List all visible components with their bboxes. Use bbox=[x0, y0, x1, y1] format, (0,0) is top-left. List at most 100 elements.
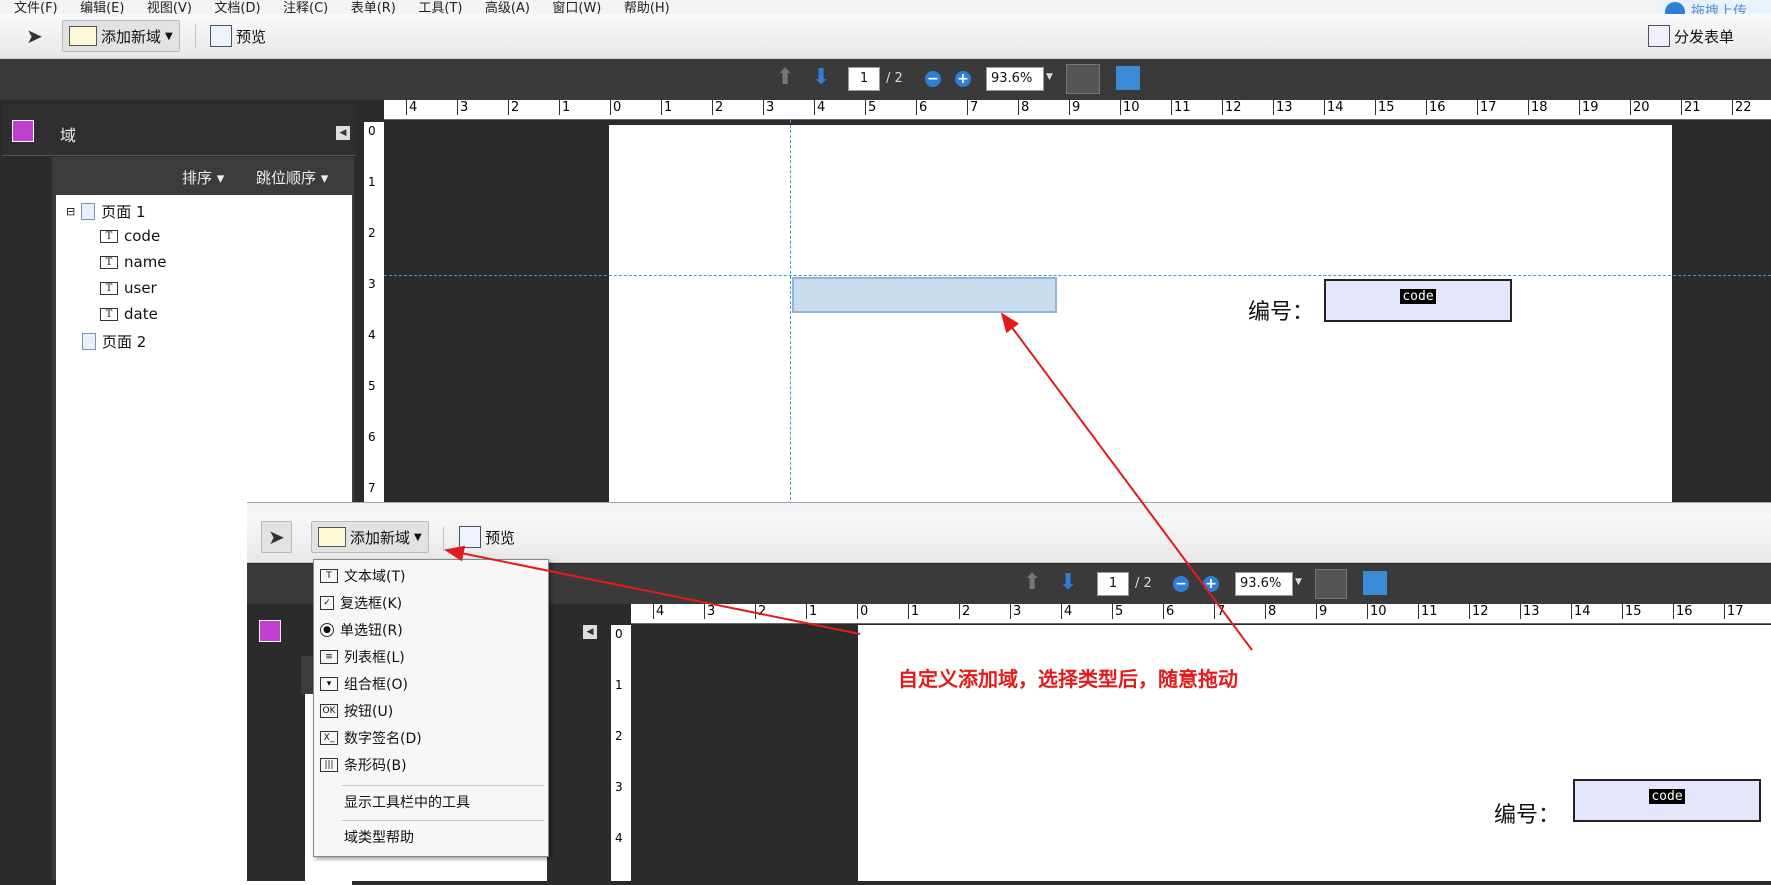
menu-file[interactable]: 文件(F) bbox=[14, 2, 58, 14]
menu-item-show-tools[interactable]: 显示工具栏中的工具 bbox=[344, 790, 470, 814]
horizontal-ruler: 4 3 2 1 0 1 2 3 4 5 6 7 8 9 10 11 12 13 14 15 16 17 bbox=[631, 604, 1771, 624]
ruler-tick-label: 4 bbox=[406, 100, 417, 115]
menu-item-checkbox[interactable]: ✓ 复选框(K) bbox=[320, 591, 402, 615]
menu-item-listbox[interactable]: ≡ 列表框(L) bbox=[320, 645, 405, 669]
fit-page-icon[interactable] bbox=[1116, 66, 1140, 90]
page-icon bbox=[82, 333, 96, 350]
collapse-panel-icon[interactable]: ◀ bbox=[583, 625, 597, 639]
add-field-icon bbox=[318, 527, 346, 547]
tree-field-user[interactable]: T user bbox=[100, 279, 157, 297]
next-page-icon[interactable]: ⬇ bbox=[1059, 570, 1077, 595]
text-field-icon: T bbox=[100, 307, 118, 321]
menu-help[interactable]: 帮助(H) bbox=[624, 2, 670, 14]
sort-button[interactable]: 排序 ▾ bbox=[182, 167, 224, 188]
ruler-tick-label: 4 bbox=[368, 328, 376, 342]
zoom-in-icon[interactable]: + bbox=[955, 71, 971, 87]
menu-item-radio[interactable]: ● 单选钮(R) bbox=[320, 618, 403, 642]
prev-page-icon[interactable]: ⬆ bbox=[1023, 570, 1041, 595]
ruler-tick-label: 10 bbox=[1120, 100, 1140, 115]
menu-item-text-field[interactable]: T 文本域(T) bbox=[320, 564, 405, 588]
distribute-form-button[interactable]: 分发表单 bbox=[1642, 20, 1740, 52]
menu-tools[interactable]: 工具(T) bbox=[418, 2, 462, 14]
menu-divider bbox=[342, 820, 544, 821]
code-field[interactable]: code bbox=[1573, 779, 1761, 822]
ruler-tick-label: 11 bbox=[1418, 604, 1438, 619]
menu-item-button[interactable]: OK 按钮(U) bbox=[320, 699, 393, 723]
zoom-out-icon[interactable]: − bbox=[925, 71, 941, 87]
tree-label: date bbox=[124, 305, 158, 323]
ruler-tick-label: 13 bbox=[1520, 604, 1540, 619]
tree-page-2[interactable]: 页面 2 bbox=[82, 331, 146, 352]
menu-item-barcode[interactable]: ||| 条形码(B) bbox=[320, 753, 407, 777]
ruler-tick-label: 18 bbox=[1528, 100, 1548, 115]
fit-width-icon[interactable] bbox=[1066, 64, 1100, 94]
tree-field-name[interactable]: T name bbox=[100, 253, 167, 271]
select-tool-button[interactable]: ➤ bbox=[20, 20, 49, 52]
ruler-tick-label: 5 bbox=[1112, 604, 1123, 619]
tree-field-date[interactable]: T date bbox=[100, 305, 158, 323]
document-page[interactable] bbox=[609, 125, 1672, 505]
preview-label: 预览 bbox=[485, 528, 516, 547]
page-number-input[interactable]: 1 bbox=[1097, 572, 1129, 596]
menu-advanced[interactable]: 高级(A) bbox=[485, 2, 530, 14]
new-field-placeholder[interactable] bbox=[792, 277, 1057, 313]
menu-comment[interactable]: 注释(C) bbox=[283, 2, 328, 14]
ruler-tick-label: 2 bbox=[368, 226, 376, 240]
menu-item-combobox[interactable]: ▾ 组合框(O) bbox=[320, 672, 408, 696]
ruler-tick-label: 12 bbox=[1222, 100, 1242, 115]
menu-item-field-help[interactable]: 域类型帮助 bbox=[344, 825, 414, 849]
code-field[interactable]: code bbox=[1324, 279, 1512, 322]
ruler-tick-label: 20 bbox=[1630, 100, 1650, 115]
zoom-dropdown-icon[interactable]: ▼ bbox=[1295, 577, 1302, 587]
menu-window[interactable]: 窗口(W) bbox=[552, 2, 601, 14]
ruler-tick-label: 4 bbox=[1061, 604, 1072, 619]
next-page-icon[interactable]: ⬇ bbox=[812, 65, 830, 90]
text-field-icon: T bbox=[100, 281, 118, 295]
ruler-tick-label: 1 bbox=[908, 604, 919, 619]
ruler-tick-label: 15 bbox=[1375, 100, 1395, 115]
sort-bar: 排序 ▾ 跳位顺序 ▾ bbox=[52, 157, 354, 195]
page-icon bbox=[81, 203, 96, 220]
preview-button[interactable]: 预览 bbox=[204, 20, 272, 52]
preview-button[interactable]: 预览 bbox=[453, 521, 521, 553]
toolbar-divider bbox=[443, 527, 444, 551]
ruler-tick-label: 8 bbox=[1265, 604, 1276, 619]
page-number-input[interactable]: 1 bbox=[848, 67, 880, 91]
add-field-label: 添加新域 bbox=[350, 528, 411, 547]
collapse-panel-icon[interactable]: ◀ bbox=[336, 126, 350, 140]
menu-form[interactable]: 表单(R) bbox=[351, 2, 396, 14]
ruler-tick-label: 3 bbox=[763, 100, 774, 115]
menu-item-signature[interactable]: X_ 数字签名(D) bbox=[320, 726, 422, 750]
ruler-tick-label: 14 bbox=[1324, 100, 1344, 115]
annotation-text: 自定义添加域，选择类型后，随意拖动 bbox=[898, 667, 1238, 691]
collapse-icon[interactable]: ⊟ bbox=[66, 205, 75, 218]
distribute-label: 分发表单 bbox=[1674, 27, 1735, 46]
ruler-tick-label: 21 bbox=[1681, 100, 1701, 115]
fields-icon bbox=[12, 120, 34, 142]
tab-order-button[interactable]: 跳位顺序 ▾ bbox=[256, 167, 328, 188]
zoom-input[interactable]: 93.6% bbox=[1235, 572, 1293, 596]
toolbar: ➤ 添加新域 ▼ 预览 分发表单 bbox=[0, 14, 1771, 59]
combobox-icon: ▾ bbox=[320, 677, 338, 691]
menu-view[interactable]: 视图(V) bbox=[147, 2, 192, 14]
add-field-button[interactable]: 添加新域 ▼ bbox=[62, 20, 180, 52]
menu-edit[interactable]: 编辑(E) bbox=[80, 2, 124, 14]
tree-field-code[interactable]: T code bbox=[100, 227, 160, 245]
field-tag: code bbox=[1649, 789, 1685, 804]
zoom-input[interactable]: 93.6% bbox=[986, 67, 1044, 91]
zoom-dropdown-icon[interactable]: ▼ bbox=[1046, 72, 1053, 82]
zoom-out-icon[interactable]: − bbox=[1173, 576, 1189, 592]
tree-page-1[interactable]: ⊟ 页面 1 bbox=[66, 201, 146, 222]
ruler-tick-label: 3 bbox=[457, 100, 468, 115]
add-field-button[interactable]: 添加新域 ▼ bbox=[311, 521, 429, 553]
fields-panel-header: 域 ◀ bbox=[2, 104, 356, 156]
add-field-icon bbox=[69, 26, 97, 46]
select-tool-button[interactable]: ➤ bbox=[261, 521, 292, 553]
menu-item-label: 数字签名(D) bbox=[344, 731, 422, 747]
fit-width-icon[interactable] bbox=[1315, 569, 1347, 599]
prev-page-icon[interactable]: ⬆ bbox=[776, 65, 794, 90]
fit-page-icon[interactable] bbox=[1363, 571, 1387, 595]
menu-document[interactable]: 文档(D) bbox=[214, 2, 260, 14]
zoom-in-icon[interactable]: + bbox=[1203, 576, 1219, 592]
listbox-icon: ≡ bbox=[320, 650, 338, 664]
